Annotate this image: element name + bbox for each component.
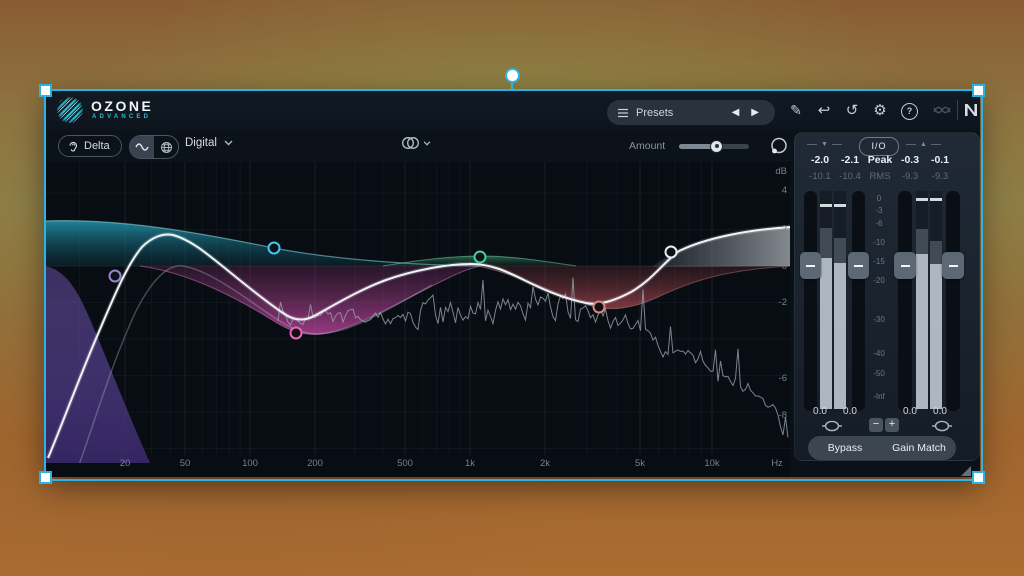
editor-canvas: OZONE ADVANCED Presets ◀ ▶ ✎ ↩ ↺ ⚙ ? bbox=[0, 0, 1024, 576]
selection-handle-top-right[interactable] bbox=[972, 84, 985, 97]
selection-handle-top-left[interactable] bbox=[39, 84, 52, 97]
selection-handle-bottom-left[interactable] bbox=[39, 471, 52, 484]
selection-border[interactable] bbox=[44, 89, 983, 481]
selection-handle-bottom-right[interactable] bbox=[972, 471, 985, 484]
rotation-handle[interactable] bbox=[505, 68, 520, 83]
